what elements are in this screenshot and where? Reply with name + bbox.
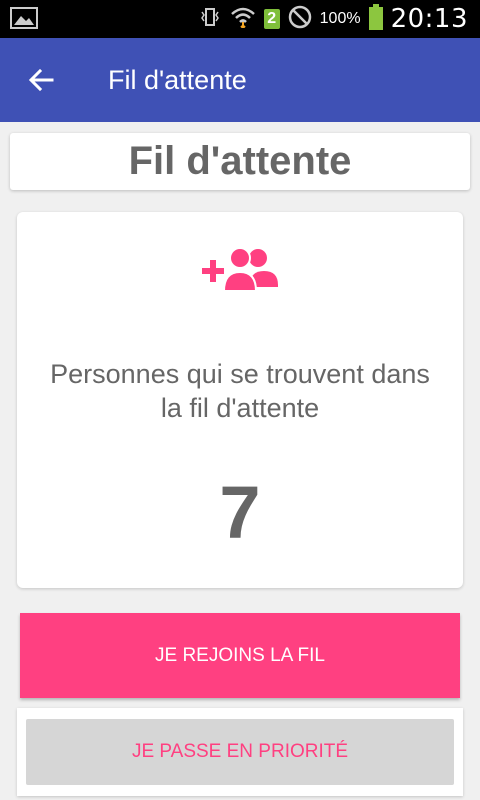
app-bar: Fil d'attente — [0, 38, 480, 122]
page-header-card: Fil d'attente — [10, 133, 470, 190]
do-not-disturb-icon — [288, 5, 312, 34]
page-title: Fil d'attente — [128, 139, 352, 183]
priority-card: JE PASSE EN PRIORITÉ — [17, 708, 463, 796]
battery-icon — [368, 3, 383, 35]
priority-button[interactable]: JE PASSE EN PRIORITÉ — [26, 719, 454, 785]
join-queue-button[interactable]: JE REJOINS LA FIL — [20, 613, 460, 698]
clock-time: 20:13 — [390, 4, 468, 34]
wifi-icon — [230, 6, 256, 33]
arrow-back-icon[interactable] — [26, 64, 58, 96]
queue-count: 7 — [219, 471, 261, 554]
group-add-icon — [202, 247, 278, 293]
gallery-icon — [10, 7, 38, 34]
queue-description: Personnes qui se trouvent dans la fil d'… — [50, 359, 430, 423]
app-bar-title: Fil d'attente — [108, 65, 247, 95]
queue-info-card: Personnes qui se trouvent dans la fil d'… — [17, 212, 463, 588]
sim-icon: 2 — [263, 9, 280, 29]
battery-percent: 100% — [319, 10, 361, 27]
status-bar: 2 100% 20:13 — [0, 0, 480, 38]
vibrate-icon — [198, 7, 222, 32]
